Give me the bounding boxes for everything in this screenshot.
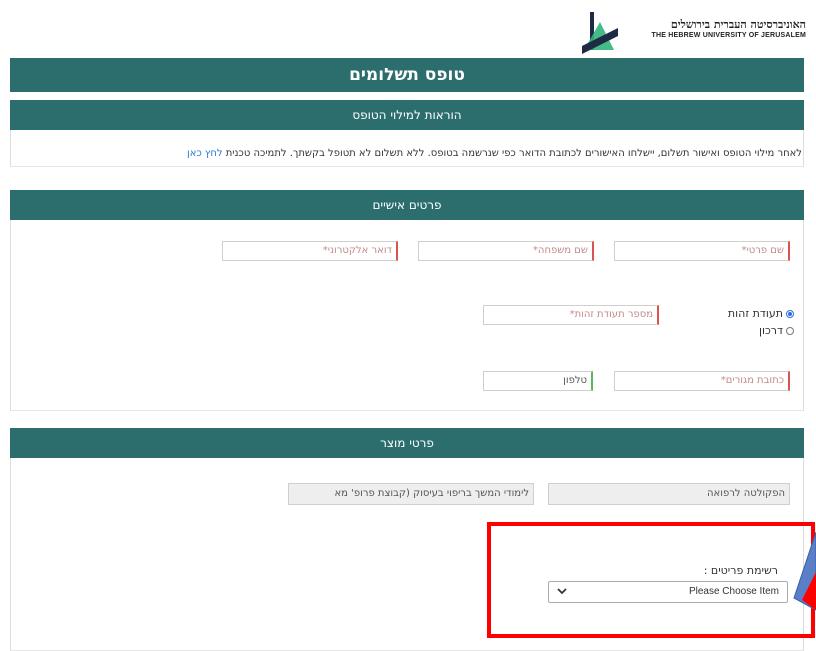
logo-english-text: THE HEBREW UNIVERSITY OF JERUSALEM [651, 32, 806, 39]
radio-passport[interactable]: דרכון [759, 324, 794, 337]
highlight-box [487, 522, 815, 638]
radio-id-card-label: תעודת זהות [727, 307, 783, 320]
last-name-field[interactable]: שם משפחה* [418, 241, 594, 261]
radio-unselected-icon[interactable] [786, 326, 794, 335]
callout-pointer-icon [793, 532, 816, 611]
instructions-body: לאחר מילוי הטופס ואישור תשלום, יישלחו הא… [225, 148, 802, 159]
program-field[interactable]: לימודי המשך בריפוי בעיסוק (קבוצת פרופ' מ… [288, 483, 534, 505]
radio-selected-icon[interactable] [786, 309, 794, 318]
instructions-header: הוראות למילוי הטופס [10, 100, 804, 130]
university-logo: האוניברסיטה העברית בירושלים THE HEBREW U… [546, 8, 806, 54]
personal-header: פרטים אישיים [10, 190, 804, 220]
support-link[interactable]: לחץ כאן [187, 148, 223, 159]
logo-hebrew-text: האוניברסיטה העברית בירושלים [670, 18, 806, 31]
page-title: טופס תשלומים [10, 58, 804, 92]
first-name-field[interactable]: שם פרטי* [614, 241, 790, 261]
radio-id-card[interactable]: תעודת זהות [728, 307, 794, 320]
hebrew-university-logo-icon [582, 12, 618, 54]
address-field[interactable]: כתובת מגורים* [614, 371, 790, 391]
instructions-text: לאחר מילוי הטופס ואישור תשלום, יישלחו הא… [10, 148, 802, 159]
phone-field[interactable]: טלפון [483, 371, 593, 391]
id-number-field[interactable]: מספר תעודת זהות* [483, 305, 659, 325]
faculty-field[interactable]: הפקולטה לרפואה [548, 483, 790, 505]
radio-passport-label: דרכון [758, 324, 783, 337]
email-field[interactable]: דואר אלקטרוני* [222, 241, 398, 261]
product-header: פרטי מוצר [10, 428, 804, 458]
